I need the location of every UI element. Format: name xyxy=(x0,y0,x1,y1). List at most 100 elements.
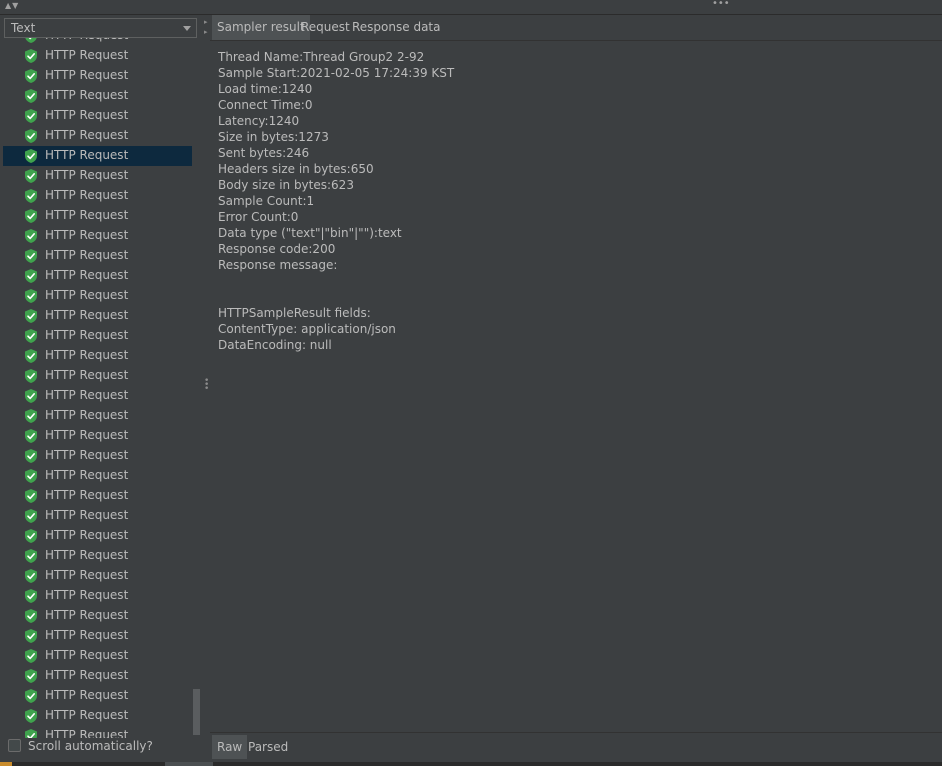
sampler-result-line: DataEncoding: null xyxy=(218,338,332,352)
list-item[interactable]: HTTP Request xyxy=(0,286,192,306)
sampler-result-line: Sent bytes:246 xyxy=(218,146,310,160)
success-shield-icon xyxy=(24,508,38,524)
success-shield-icon xyxy=(24,268,38,284)
list-item-label: HTTP Request xyxy=(45,628,129,642)
scroll-automatically-checkbox[interactable] xyxy=(8,739,21,752)
list-item[interactable]: HTTP Request xyxy=(0,566,192,586)
success-shield-icon xyxy=(24,668,38,684)
list-item[interactable]: HTTP Request xyxy=(0,486,192,506)
list-item[interactable]: HTTP Request xyxy=(0,606,192,626)
list-item[interactable]: HTTP Request xyxy=(0,38,192,46)
list-item[interactable]: HTTP Request xyxy=(0,726,192,738)
success-shield-icon xyxy=(24,728,38,738)
list-item[interactable]: HTTP Request xyxy=(0,666,192,686)
success-shield-icon xyxy=(24,528,38,544)
list-item-label: HTTP Request xyxy=(45,38,128,42)
list-item-label: HTTP Request xyxy=(45,588,129,602)
list-item-label: HTTP Request xyxy=(45,148,129,162)
success-shield-icon xyxy=(24,48,38,64)
list-item[interactable]: HTTP Request xyxy=(0,86,192,106)
sampler-result-line: Body size in bytes:623 xyxy=(218,178,354,192)
result-detail-panel: Sampler result Request Response data Thr… xyxy=(210,15,942,766)
list-item-label: HTTP Request xyxy=(45,708,129,722)
list-item-label: HTTP Request xyxy=(45,428,129,442)
success-shield-icon xyxy=(24,248,38,264)
scrollbar-thumb[interactable] xyxy=(193,689,200,735)
tab-response-data[interactable]: Response data xyxy=(347,15,445,40)
list-item[interactable]: HTTP Request xyxy=(0,586,192,606)
list-item[interactable]: HTTP Request xyxy=(0,626,192,646)
results-tree-panel: Text HTTP Request HTTP Request HTTP Reques… xyxy=(0,15,202,766)
list-item-label: HTTP Request xyxy=(45,308,129,322)
tab-parsed[interactable]: Parsed xyxy=(243,735,293,759)
splitter-arrows-icon[interactable]: ▸ ▸ xyxy=(204,17,208,37)
list-item-label: HTTP Request xyxy=(45,388,129,402)
list-item[interactable]: HTTP Request xyxy=(0,106,192,126)
list-item[interactable]: HTTP Request xyxy=(0,186,192,206)
view-mode-tabs: Raw Parsed xyxy=(210,732,942,759)
footer-segment xyxy=(165,762,213,766)
list-item[interactable]: HTTP Request xyxy=(0,506,192,526)
sampler-result-line: Size in bytes:1273 xyxy=(218,130,329,144)
list-item[interactable]: HTTP Request xyxy=(0,406,192,426)
results-scrollbar[interactable] xyxy=(192,38,202,750)
list-item[interactable]: HTTP Request xyxy=(0,126,192,146)
splitter-grip-icon[interactable]: • • • xyxy=(204,377,209,394)
list-item-label: HTTP Request xyxy=(45,688,129,702)
sampler-result-line: Load time:1240 xyxy=(218,82,313,96)
list-item[interactable]: HTTP Request xyxy=(3,146,192,166)
renderer-select[interactable]: Text xyxy=(4,18,197,38)
list-item[interactable]: HTTP Request xyxy=(0,446,192,466)
list-item[interactable]: HTTP Request xyxy=(0,46,192,66)
list-item-label: HTTP Request xyxy=(45,408,129,422)
list-item[interactable]: HTTP Request xyxy=(0,246,192,266)
status-indicator xyxy=(0,762,12,766)
sampler-result-line: Headers size in bytes:650 xyxy=(218,162,374,176)
list-item[interactable]: HTTP Request xyxy=(0,366,192,386)
success-shield-icon xyxy=(24,208,38,224)
list-item-label: HTTP Request xyxy=(45,88,129,102)
list-item[interactable]: HTTP Request xyxy=(0,546,192,566)
collapse-arrows-icon[interactable]: ▲▼ xyxy=(5,1,19,10)
list-item[interactable]: HTTP Request xyxy=(0,206,192,226)
list-item-label: HTTP Request xyxy=(45,728,129,738)
list-item[interactable]: HTTP Request xyxy=(0,346,192,366)
list-item[interactable]: HTTP Request xyxy=(0,686,192,706)
list-item-label: HTTP Request xyxy=(45,488,129,502)
list-item[interactable]: HTTP Request xyxy=(0,166,192,186)
success-shield-icon xyxy=(24,108,38,124)
drag-handle-icon[interactable]: ••• xyxy=(712,0,730,9)
success-shield-icon xyxy=(24,188,38,204)
list-item[interactable]: HTTP Request xyxy=(0,386,192,406)
success-shield-icon xyxy=(24,648,38,664)
list-item-label: HTTP Request xyxy=(45,108,129,122)
sampler-result-line xyxy=(218,289,942,305)
sampler-result-line xyxy=(218,273,942,289)
renderer-select-value: Text xyxy=(11,21,36,35)
tab-request[interactable]: Request xyxy=(296,15,355,40)
list-item[interactable]: HTTP Request xyxy=(0,646,192,666)
success-shield-icon xyxy=(24,128,38,144)
success-shield-icon xyxy=(24,288,38,304)
list-item[interactable]: HTTP Request xyxy=(0,466,192,486)
list-item-label: HTTP Request xyxy=(45,608,129,622)
success-shield-icon xyxy=(24,488,38,504)
success-shield-icon xyxy=(24,308,38,324)
list-item[interactable]: HTTP Request xyxy=(0,426,192,446)
list-item-label: HTTP Request xyxy=(45,448,129,462)
list-item[interactable]: HTTP Request xyxy=(0,266,192,286)
list-item[interactable]: HTTP Request xyxy=(0,326,192,346)
tab-raw[interactable]: Raw xyxy=(212,735,248,759)
success-shield-icon xyxy=(24,348,38,364)
list-item[interactable]: HTTP Request xyxy=(0,706,192,726)
list-item-label: HTTP Request xyxy=(45,348,129,362)
list-item[interactable]: HTTP Request xyxy=(0,66,192,86)
list-item[interactable]: HTTP Request xyxy=(0,526,192,546)
success-shield-icon xyxy=(24,628,38,644)
panel-splitter[interactable]: ▸ ▸ • • • xyxy=(202,15,210,766)
success-shield-icon xyxy=(24,368,38,384)
list-item[interactable]: HTTP Request xyxy=(0,306,192,326)
footer-strip xyxy=(0,762,942,766)
list-item-label: HTTP Request xyxy=(45,248,129,262)
list-item[interactable]: HTTP Request xyxy=(0,226,192,246)
